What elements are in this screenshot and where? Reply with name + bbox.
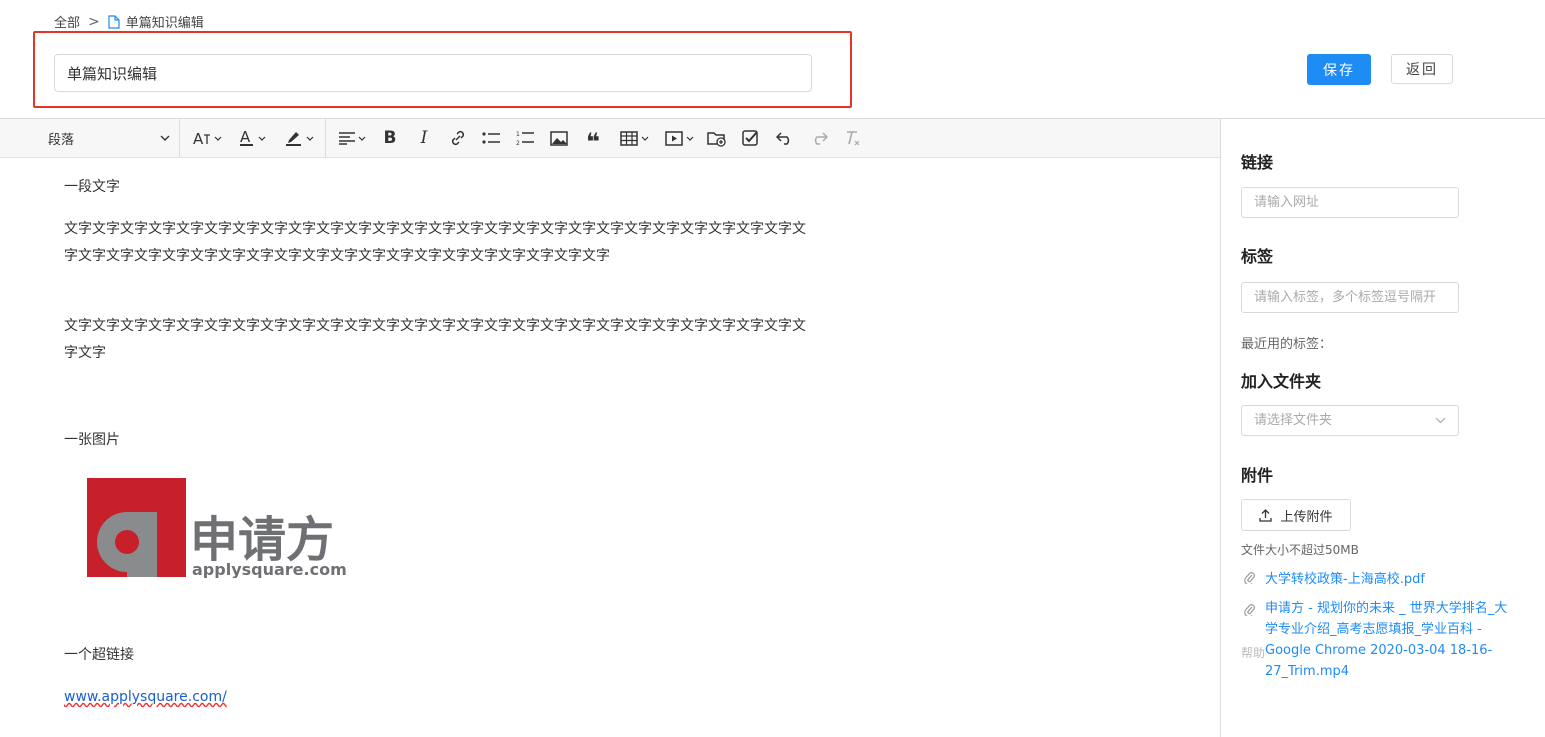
font-size-icon: A: [193, 130, 210, 146]
redo-icon: [814, 132, 828, 145]
bold-button[interactable]: B: [380, 127, 400, 149]
upload-icon: [1259, 508, 1273, 522]
chevron-down-icon: [160, 135, 170, 141]
paperclip-icon: [1243, 569, 1255, 590]
quote-icon: ❝: [585, 128, 601, 156]
toolbar-separator: [325, 119, 326, 157]
italic-button[interactable]: I: [414, 127, 434, 149]
attachment-link-line: 申请方 - 规划你的未来 _ 世界大学排名_大: [1265, 601, 1508, 616]
attachment-link-line: 学专业介绍_高考志愿填报_学业百科 -: [1265, 622, 1482, 637]
caret-icon: [258, 136, 265, 141]
attachment-link-line: Google Chrome 2020-03-04 18-16-: [1265, 643, 1493, 658]
svg-text:A: A: [193, 130, 204, 146]
paragraph: 文字文字文字文字文字文字文字文字文字文字文字文字文字文字文字文字文字文字文字文字…: [64, 318, 806, 361]
save-button[interactable]: 保存: [1307, 54, 1371, 85]
chevron-down-icon: [1435, 417, 1446, 424]
caret-icon: [686, 136, 693, 141]
font-color-button[interactable]: A: [235, 127, 269, 149]
svg-text:2: 2: [516, 140, 520, 146]
font-size-button[interactable]: A: [190, 127, 224, 149]
folder-section-title: 加入文件夹: [1241, 372, 1322, 391]
font-color-icon: A: [239, 129, 253, 146]
paragraph: 一个超链接: [64, 647, 134, 663]
breadcrumb-current-label: 单篇知识编辑: [125, 16, 204, 31]
undo-button[interactable]: [774, 127, 796, 149]
file-size-note: 文件大小不超过50MB: [1241, 543, 1359, 557]
clear-format-icon: [847, 131, 860, 146]
caret-icon: [641, 136, 648, 141]
document-icon: [108, 14, 120, 29]
sidebar-divider: [1220, 118, 1221, 737]
checkbox-icon: [742, 130, 758, 146]
caret-icon: [358, 136, 365, 141]
image-icon: [550, 130, 568, 146]
title-input[interactable]: 单篇知识编辑: [54, 54, 812, 92]
bullet-list-icon: [482, 132, 500, 144]
caret-icon: [214, 136, 221, 141]
image-button[interactable]: [548, 127, 570, 149]
paragraph-format-select[interactable]: 段落: [48, 119, 170, 157]
table-icon: [619, 130, 638, 146]
attachment-section-title: 附件: [1241, 466, 1274, 485]
link-section-title: 链接: [1241, 153, 1274, 172]
toolbar-separator: [179, 119, 180, 157]
attachment-item[interactable]: 大学转校政策-上海高校.pdf: [1243, 569, 1425, 590]
quote-button[interactable]: ❝: [582, 127, 604, 156]
paragraph-format-label: 段落: [48, 132, 75, 148]
italic-icon: I: [420, 128, 428, 148]
tags-section-title: 标签: [1241, 247, 1274, 266]
numbered-list-button[interactable]: 12: [514, 127, 536, 149]
numbered-list-icon: 12: [516, 131, 534, 146]
paragraph: 文字文字文字文字文字文字文字文字文字文字文字文字文字文字文字文字文字文字文字文字…: [64, 221, 806, 264]
clear-format-button[interactable]: [842, 127, 864, 149]
folder-select-placeholder: 请选择文件夹: [1254, 413, 1333, 428]
chevron-right-icon: >: [88, 13, 100, 30]
hyperlink[interactable]: www.applysquare.com/: [64, 684, 227, 711]
bullet-list-button[interactable]: [480, 127, 502, 149]
breadcrumb-current: 单篇知识编辑: [108, 12, 204, 31]
highlighter-icon: [285, 132, 301, 146]
svg-text:1: 1: [516, 131, 520, 138]
logo-domain-text: applysquare.com: [192, 560, 347, 578]
attachment-link[interactable]: 申请方 - 规划你的未来 _ 世界大学排名_大 学专业介绍_高考志愿填报_学业百…: [1265, 598, 1507, 682]
checklist-button[interactable]: [740, 127, 762, 149]
caret-icon: [306, 136, 313, 141]
breadcrumb-root[interactable]: 全部: [54, 12, 80, 31]
link-icon: [451, 130, 465, 146]
editor-toolbar: 段落 A A B I 12 ❝: [0, 119, 1220, 158]
upload-attachment-label: 上传附件: [1280, 508, 1333, 524]
tags-input[interactable]: 请输入标签，多个标签逗号隔开: [1241, 282, 1459, 313]
breadcrumb: 全部 > 单篇知识编辑: [54, 12, 204, 32]
video-icon: [664, 130, 683, 146]
link-button[interactable]: [447, 127, 469, 149]
align-left-icon: [338, 132, 355, 145]
undo-icon: [776, 132, 790, 145]
folder-select[interactable]: 请选择文件夹: [1241, 405, 1459, 436]
bold-icon: B: [383, 128, 397, 148]
paperclip-icon: [1243, 598, 1255, 682]
paragraph: 一段文字: [64, 179, 120, 195]
highlight-button[interactable]: [281, 127, 317, 149]
back-button[interactable]: 返回: [1391, 54, 1453, 84]
upload-attachment-button[interactable]: 上传附件: [1241, 499, 1351, 531]
logo-superscript: 2: [155, 485, 179, 525]
table-button[interactable]: [616, 127, 652, 149]
align-button[interactable]: [336, 127, 368, 149]
paragraph: 一张图片: [64, 432, 120, 448]
folder-add-icon: [707, 131, 726, 147]
redo-button[interactable]: [808, 127, 830, 149]
video-button[interactable]: [661, 127, 697, 149]
insert-file-button[interactable]: [706, 127, 728, 149]
attachment-link-line: 27_Trim.mp4: [1265, 664, 1350, 679]
attachment-item[interactable]: 申请方 - 规划你的未来 _ 世界大学排名_大 学专业介绍_高考志愿填报_学业百…: [1243, 598, 1533, 682]
link-input[interactable]: 请输入网址: [1241, 187, 1459, 218]
svg-text:A: A: [240, 129, 251, 146]
attachment-link[interactable]: 大学转校政策-上海高校.pdf: [1265, 569, 1425, 590]
applysquare-logo-image: 2 申请方 applysquare.com: [87, 478, 347, 579]
recent-tags-label: 最近用的标签：: [1241, 337, 1333, 352]
